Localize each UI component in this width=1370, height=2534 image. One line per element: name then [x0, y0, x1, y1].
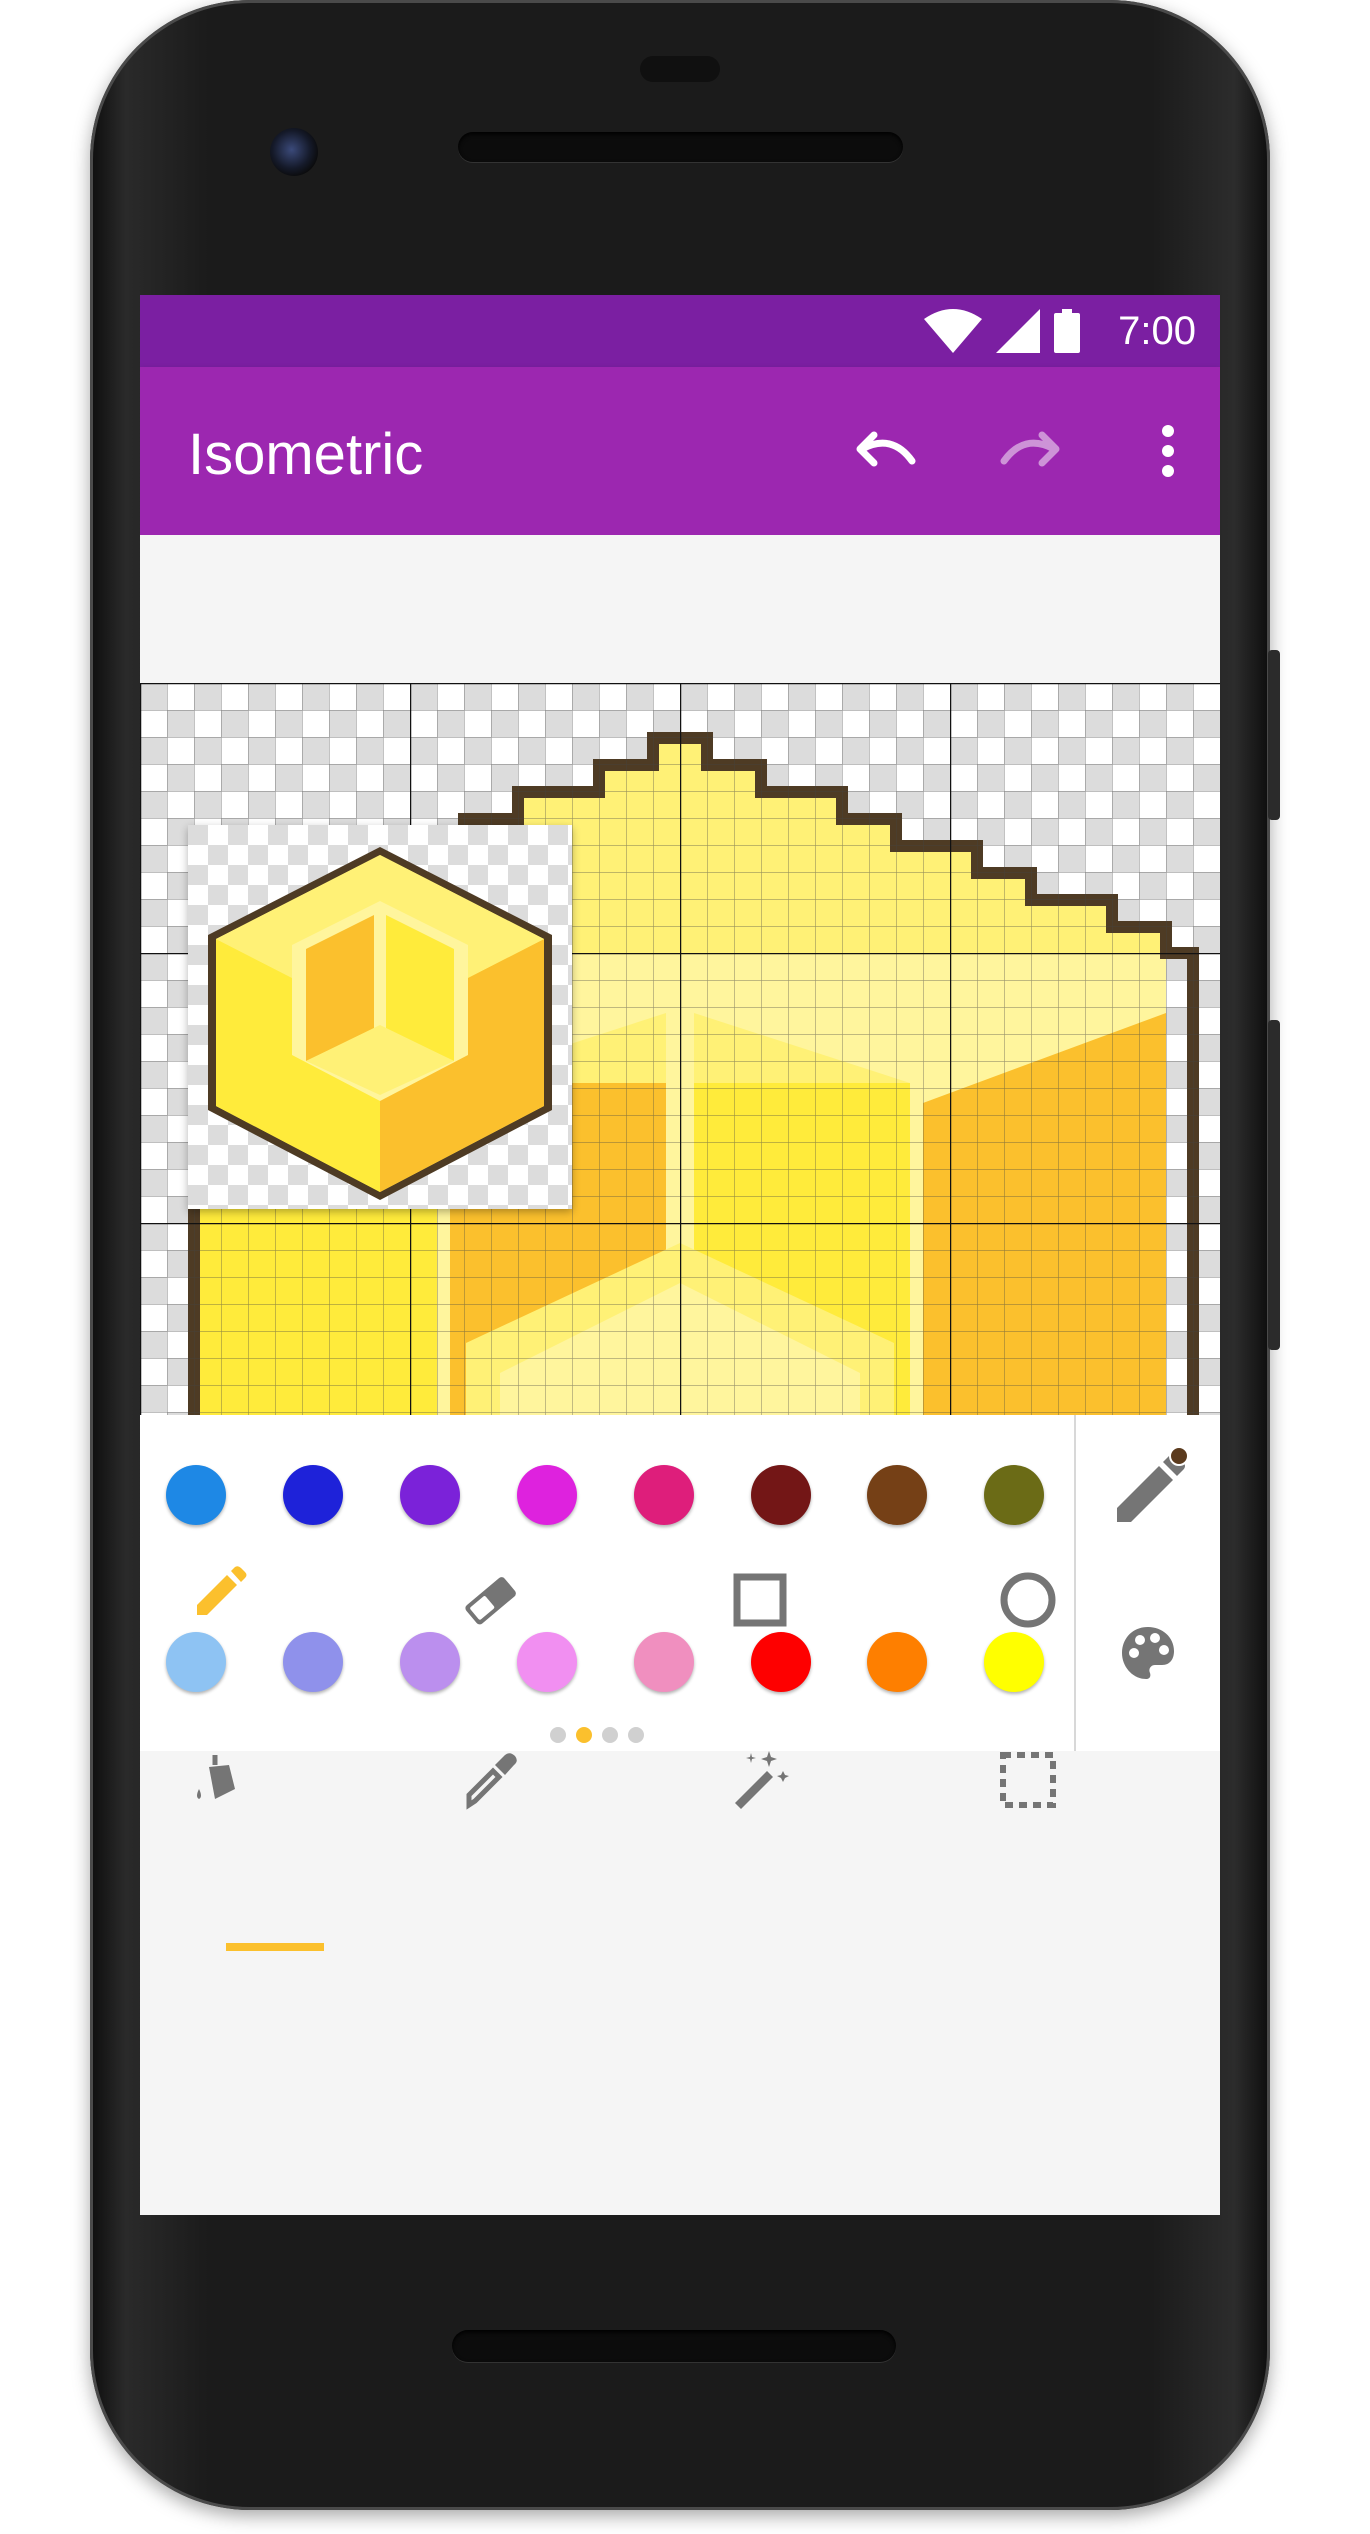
color-swatch[interactable] — [166, 1465, 226, 1525]
palette-icon — [1122, 1627, 1174, 1679]
color-swatch[interactable] — [867, 1465, 927, 1525]
page-dot — [576, 1727, 592, 1743]
eraser-tool-button[interactable] — [440, 1550, 540, 1650]
status-icons — [924, 309, 1080, 353]
earpiece-speaker — [458, 132, 903, 162]
more-vert-icon — [1162, 425, 1174, 477]
page-title: Isometric — [188, 422, 424, 487]
magic-wand-icon — [735, 1751, 789, 1809]
magic-wand-tool-button[interactable] — [710, 1730, 810, 1830]
pencil-color-icon — [1117, 1446, 1189, 1522]
square-icon — [733, 1573, 787, 1627]
pencil-icon — [197, 1566, 247, 1615]
status-bar: 7:00 — [140, 295, 1220, 367]
wifi-icon — [924, 309, 982, 353]
preview-image — [188, 825, 572, 1209]
page-dot — [628, 1727, 644, 1743]
color-swatch[interactable] — [867, 1632, 927, 1692]
square-tool-button[interactable] — [710, 1550, 810, 1650]
active-tool-indicator — [226, 1943, 324, 1951]
pencil-tool-button[interactable] — [170, 1550, 270, 1650]
color-swatch[interactable] — [634, 1632, 694, 1692]
bottom-speaker — [452, 2330, 896, 2362]
palette-button[interactable] — [1100, 1605, 1196, 1701]
signal-icon — [996, 309, 1040, 353]
selection-icon — [1000, 1752, 1056, 1808]
volume-button — [1268, 1020, 1280, 1350]
color-swatch[interactable] — [634, 1465, 694, 1525]
screen: 7:00 Isometric — [140, 295, 1220, 2215]
eyedropper-tool-button[interactable] — [440, 1730, 540, 1830]
undo-button[interactable] — [842, 407, 930, 495]
status-time: 7:00 — [1118, 309, 1196, 353]
color-swatch[interactable] — [984, 1465, 1044, 1525]
undo-icon — [856, 431, 916, 467]
canvas-preview-thumbnail[interactable] — [188, 825, 572, 1209]
color-swatch[interactable] — [751, 1465, 811, 1525]
color-swatch[interactable] — [283, 1632, 343, 1692]
eyedropper-icon — [466, 1753, 517, 1810]
battery-icon — [1054, 309, 1080, 353]
selection-tool-button[interactable] — [978, 1730, 1078, 1830]
eraser-icon — [465, 1577, 516, 1625]
circle-icon — [1000, 1572, 1056, 1628]
power-button — [1268, 650, 1280, 820]
app-bar: Isometric — [140, 367, 1220, 535]
color-swatch[interactable] — [400, 1465, 460, 1525]
current-color-pencil-button[interactable] — [1100, 1443, 1196, 1539]
fill-bucket-icon — [197, 1755, 235, 1799]
color-swatch[interactable] — [517, 1465, 577, 1525]
proximity-sensor — [640, 56, 720, 82]
front-camera — [270, 128, 318, 176]
redo-icon — [1000, 431, 1060, 467]
palette-page-indicator — [550, 1727, 644, 1743]
circle-tool-button[interactable] — [978, 1550, 1078, 1650]
page-dot — [550, 1727, 566, 1743]
redo-button[interactable] — [986, 407, 1074, 495]
color-swatch[interactable] — [283, 1465, 343, 1525]
overflow-menu-button[interactable] — [1124, 407, 1212, 495]
fill-bucket-tool-button[interactable] — [170, 1730, 270, 1830]
page-dot — [602, 1727, 618, 1743]
